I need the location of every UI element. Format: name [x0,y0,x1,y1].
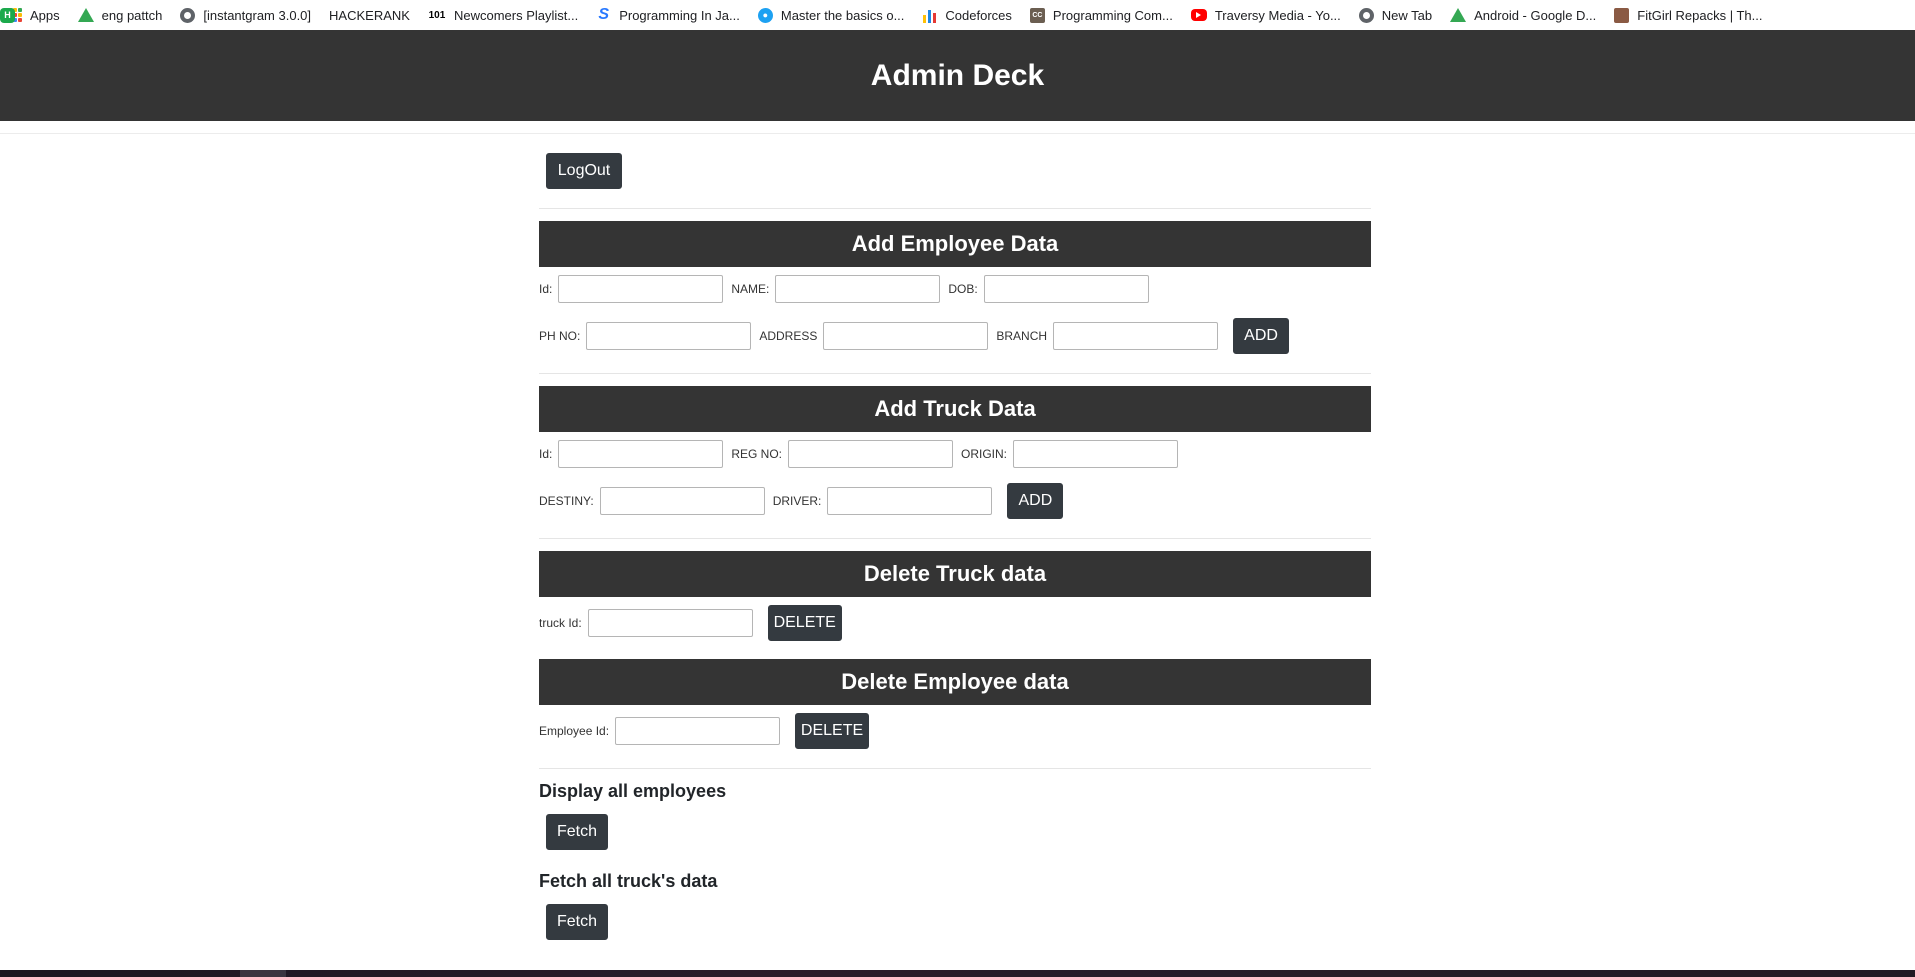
bookmark-label: [instantgram 3.0.0] [203,7,312,23]
employee-dob-field[interactable] [983,275,1149,303]
cc-logo-icon: CC [1029,7,1045,23]
employee-dob-label: DOB: [948,282,978,296]
taskbar-item [240,970,286,977]
bookmark-new-tab[interactable]: New Tab [1358,7,1433,23]
taskbar-strip [0,970,1915,977]
youtube-icon [1190,9,1207,21]
codeforces-icon [922,8,937,23]
bookmarks-bar: Apps eng pattch [instantgram 3.0.0] H HA… [0,0,1915,30]
delete-employee-id-field[interactable] [615,717,781,745]
101-icon: 101 [428,9,446,21]
delete-truck-header: Delete Truck data [539,551,1371,597]
add-employee-button[interactable]: ADD [1233,318,1290,354]
google-drive-icon [1450,8,1467,22]
employee-address-label: ADDRESS [759,329,818,343]
page-title: Admin Deck [870,58,1045,92]
bookmark-label: Android - Google D... [1474,7,1597,23]
add-employee-header: Add Employee Data [539,221,1371,267]
bookmark-hackerrank[interactable]: H HACKERANK [0,7,410,23]
add-truck-title: Add Truck Data [874,396,1036,421]
add-employee-title: Add Employee Data [851,231,1059,256]
bookmark-newcomers-playlist[interactable]: 101 Newcomers Playlist... [428,7,579,23]
bookmark-label: eng pattch [101,7,163,23]
bookmark-label: FitGirl Repacks | Th... [1637,7,1763,23]
employee-phone-field[interactable] [586,322,752,350]
bird-logo-icon: ● [757,7,773,23]
employee-branch-field[interactable] [1053,322,1219,350]
truck-reg-label: REG NO: [731,447,783,461]
bookmark-label: Master the basics o... [780,7,905,23]
delete-truck-row: truck Id: DELETE [539,605,842,641]
bookmark-programming-in-java[interactable]: S Programming In Ja... [596,6,740,23]
bookmark-label: Newcomers Playlist... [453,7,579,23]
add-truck-row-2: DESTINY: DRIVER: ADD [539,483,1064,519]
google-drive-icon [77,8,94,22]
truck-destiny-label: DESTINY: [539,494,594,508]
fetch-employees-button[interactable]: Fetch [546,814,608,850]
fetch-trucks-heading: Fetch all truck's data [539,871,718,891]
bookmark-fitgirl-repacks[interactable]: FitGirl Repacks | Th... [1614,7,1763,23]
fetch-trucks-button[interactable]: Fetch [546,904,608,940]
delete-truck-title: Delete Truck data [863,561,1047,586]
add-employee-row-1: Id: NAME: DOB: [539,271,1157,307]
delete-employee-id-label: Employee Id: [539,724,610,738]
bookmark-eng-pattch[interactable]: eng pattch [77,7,163,23]
add-truck-row-1: Id: REG NO: ORIGIN: [539,436,1186,472]
delete-employee-row: Employee Id: DELETE [539,713,870,749]
employee-name-label: NAME: [731,282,770,296]
divider [539,768,1371,769]
bookmark-label: Apps [30,7,60,23]
fitgirl-icon [1614,7,1630,23]
divider [0,133,1915,134]
delete-employee-button[interactable]: DELETE [795,713,870,749]
bookmark-programming-community[interactable]: CC Programming Com... [1029,7,1173,23]
employee-id-label: Id: [539,282,553,296]
bookmark-android-google-drive[interactable]: Android - Google D... [1450,8,1596,23]
globe-icon [1358,7,1374,23]
truck-driver-label: DRIVER: [772,494,822,508]
delete-truck-id-field[interactable] [587,609,753,637]
employee-id-field[interactable] [558,275,724,303]
truck-id-label: Id: [539,447,553,461]
delete-employee-title: Delete Employee data [841,669,1069,694]
divider [539,373,1371,374]
truck-id-field[interactable] [558,440,724,468]
bookmark-label: New Tab [1381,7,1433,23]
truck-driver-field[interactable] [827,487,993,515]
bookmark-codeforces[interactable]: Codeforces [922,7,1012,23]
divider [539,538,1371,539]
bookmark-label: Codeforces [945,7,1012,23]
s-logo-icon: S [598,6,610,23]
globe-icon [180,7,196,23]
logout-button[interactable]: LogOut [546,153,622,189]
delete-truck-button[interactable]: DELETE [767,605,842,641]
bookmark-label: Programming In Ja... [619,7,740,23]
add-truck-button[interactable]: ADD [1007,483,1064,519]
truck-origin-field[interactable] [1013,440,1179,468]
bookmark-instantgram[interactable]: [instantgram 3.0.0] [180,7,312,23]
employee-name-field[interactable] [775,275,941,303]
divider [539,208,1371,209]
display-employees-heading: Display all employees [539,781,727,801]
bookmark-apps[interactable]: Apps [8,8,60,23]
delete-truck-id-label: truck Id: [539,616,582,630]
bookmark-label: HACKERANK [329,7,410,23]
truck-destiny-field[interactable] [599,487,765,515]
employee-phone-label: PH NO: [539,329,581,343]
add-employee-row-2: PH NO: ADDRESS BRANCH ADD [539,318,1290,354]
delete-employee-header: Delete Employee data [539,659,1371,705]
bookmark-traversy-media[interactable]: Traversy Media - Yo... [1190,7,1341,23]
truck-reg-field[interactable] [788,440,954,468]
hackerrank-icon: H [0,7,15,23]
bookmark-master-basics[interactable]: ● Master the basics o... [757,7,905,23]
app-header: Admin Deck [0,30,1915,121]
employee-address-field[interactable] [823,322,989,350]
add-truck-header: Add Truck Data [539,386,1371,432]
employee-branch-label: BRANCH [996,329,1048,343]
bookmark-label: Traversy Media - Yo... [1214,7,1341,23]
bookmark-label: Programming Com... [1052,7,1173,23]
truck-origin-label: ORIGIN: [961,447,1008,461]
